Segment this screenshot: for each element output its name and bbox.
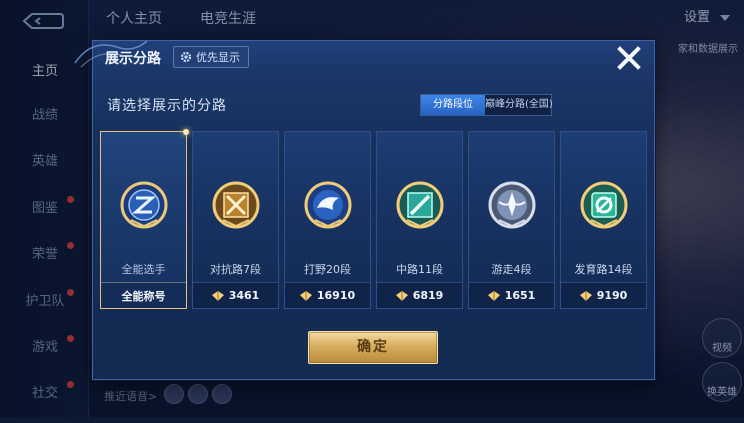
lane-name: 对抗路7段 (210, 263, 261, 276)
diamond-icon (299, 290, 312, 301)
lane-name: 游走4段 (491, 263, 532, 276)
lane-card-list: 全能选手 全能称号 对抗路7段 3461 打野20段 16910 中路11段 6… (100, 129, 647, 311)
lane-footer: 6819 (377, 282, 462, 308)
lane-name: 发育路14段 (574, 263, 633, 276)
segment-peak-lane[interactable]: 巅峰分路(全国) (485, 95, 553, 115)
lane-name: 打野20段 (304, 263, 351, 276)
lane-points: 9190 (596, 289, 628, 302)
jungle-emblem-icon (304, 181, 352, 229)
lane-points: 1651 (504, 289, 536, 302)
lane-display-dialog: 展示分路 优先显示 请选择展示的分路 分路段位 巅峰分路(全国) 全能选手 全能… (74, 40, 655, 380)
confirm-button[interactable]: 确定 (308, 331, 438, 364)
lane-footer: 全能称号 (101, 282, 186, 308)
lane-card-clash[interactable]: 对抗路7段 3461 (192, 131, 279, 309)
lane-name: 全能选手 (121, 263, 166, 276)
lane-mode-segment: 分路段位 巅峰分路(全国) (420, 94, 553, 116)
diamond-icon (487, 290, 500, 301)
lane-footer: 3461 (193, 282, 278, 308)
dialog-title: 展示分路 (105, 51, 161, 67)
lane-card-mid[interactable]: 中路11段 6819 (376, 131, 463, 309)
lane-card-farm[interactable]: 发育路14段 9190 (560, 131, 647, 309)
diamond-icon (211, 290, 224, 301)
farm-lane-emblem-icon (580, 181, 628, 229)
roam-emblem-icon (488, 181, 536, 229)
lane-points: 3461 (228, 289, 260, 302)
segment-lane-rank[interactable]: 分路段位 (421, 95, 485, 115)
lane-footer: 9190 (561, 282, 646, 308)
instruction-text: 请选择展示的分路 (107, 98, 227, 114)
close-button[interactable] (614, 43, 644, 73)
all-round-emblem-icon (120, 181, 168, 229)
priority-display-label: 优先显示 (196, 51, 240, 64)
mid-lane-emblem-icon (396, 181, 444, 229)
diamond-icon (395, 290, 408, 301)
selected-marker (183, 129, 189, 135)
lane-footer: 16910 (285, 282, 370, 308)
lane-name: 中路11段 (396, 263, 443, 276)
close-icon (617, 46, 641, 70)
lane-title: 全能称号 (121, 289, 166, 303)
lane-card-roam[interactable]: 游走4段 1651 (468, 131, 555, 309)
lane-card-all-round[interactable]: 全能选手 全能称号 (100, 129, 189, 309)
diamond-icon (579, 290, 592, 301)
priority-display-button[interactable]: 优先显示 (173, 46, 249, 68)
lane-card-jungle[interactable]: 打野20段 16910 (284, 131, 371, 309)
gear-icon (180, 51, 192, 63)
lane-footer: 1651 (469, 282, 554, 308)
lane-points: 16910 (316, 289, 356, 302)
clash-lane-emblem-icon (212, 181, 260, 229)
lane-points: 6819 (412, 289, 444, 302)
